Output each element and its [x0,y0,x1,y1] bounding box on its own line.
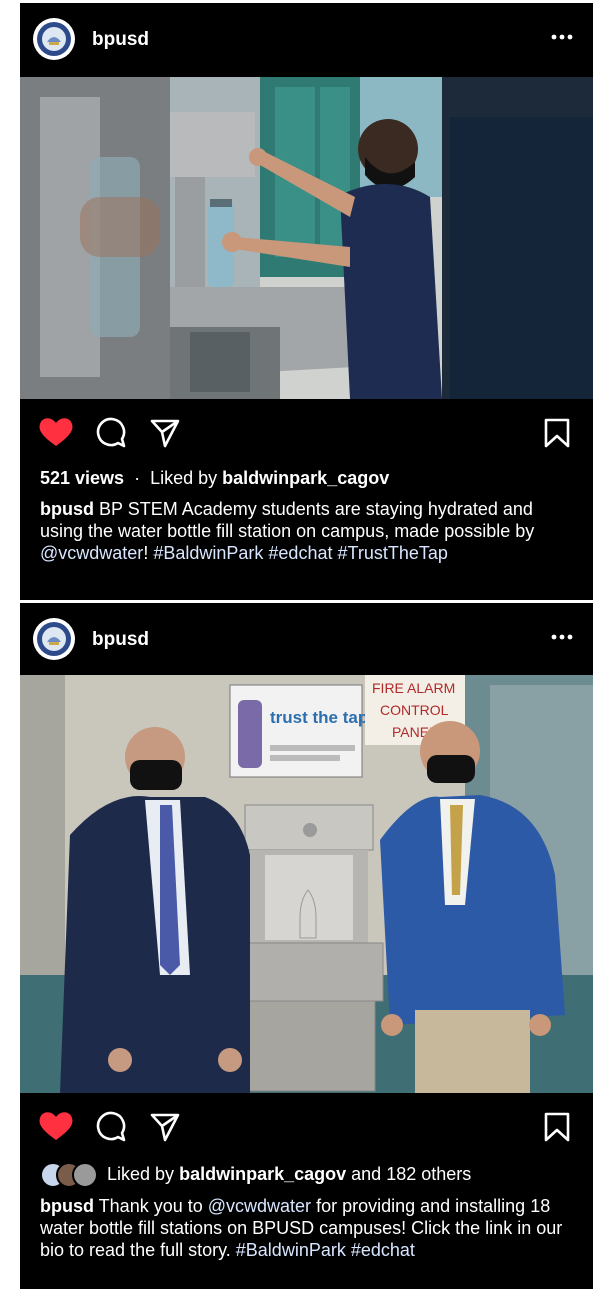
liker-avatars [40,1162,98,1188]
caption-text: BP STEM Academy students are staying hyd… [40,499,535,541]
caption-text: Thank you to [94,1196,208,1216]
hashtag-link[interactable]: #TrustTheTap [337,543,447,563]
profile-avatar[interactable] [33,18,75,60]
caption-username[interactable]: bpusd [40,499,94,519]
svg-text:CONTROL: CONTROL [380,702,449,718]
mention-link[interactable]: @vcwdwater [208,1196,311,1216]
liked-by-suffix[interactable]: and 182 others [351,1164,471,1184]
hashtag-link[interactable]: #BaldwinPark [236,1240,346,1260]
post-2: bpusd trust the tap FIRE ALARM CONTROL P… [20,603,593,1289]
bookmark-icon[interactable] [543,417,571,454]
separator-dot: · [134,468,141,488]
liker-avatar [72,1162,98,1188]
post-1: bpusd 521 views · Liked by baldwinpark_c… [20,3,593,600]
post-caption: bpusd BP STEM Academy students are stayi… [40,498,580,564]
post-actions [20,403,593,459]
liked-by-prefix: Liked by [107,1163,175,1184]
bookmark-icon[interactable] [543,1111,571,1148]
comment-icon[interactable] [95,417,127,454]
post-header: bpusd [20,603,593,675]
liked-by-prefix: Liked by [150,468,218,488]
post-header: bpusd [20,3,593,75]
more-options-icon[interactable] [549,627,575,647]
liked-by-user[interactable]: baldwinpark_cagov [222,468,389,488]
hashtag-link[interactable]: #edchat [268,543,332,563]
hashtag-link[interactable]: #edchat [351,1240,415,1260]
liked-by-user[interactable]: baldwinpark_cagov [179,1164,346,1184]
likes-summary: 521 views · Liked by baldwinpark_cagov [40,467,389,489]
post-image[interactable]: trust the tap FIRE ALARM CONTROL PANEL [20,675,593,1093]
mention-link[interactable]: @vcwdwater [40,543,143,563]
post-caption: bpusd Thank you to @vcwdwater for provid… [40,1195,580,1261]
likes-summary: Liked by baldwinpark_cagov and 182 other… [40,1162,471,1188]
share-icon[interactable] [149,1111,181,1148]
caption-text: ! [143,543,154,563]
poster-brand: trust the tap [270,708,368,727]
more-options-icon[interactable] [549,27,575,47]
caption-username[interactable]: bpusd [40,1196,94,1216]
comment-icon[interactable] [95,1111,127,1148]
heart-icon[interactable] [38,1110,74,1147]
post-actions [20,1097,593,1153]
post-username[interactable]: bpusd [92,29,149,51]
post-video[interactable] [20,77,593,399]
post-username[interactable]: bpusd [92,629,149,651]
heart-icon[interactable] [38,416,74,453]
views-count[interactable]: 521 views [40,468,124,488]
hashtag-link[interactable]: #BaldwinPark [153,543,263,563]
share-icon[interactable] [149,417,181,454]
profile-avatar[interactable] [33,618,75,660]
svg-text:FIRE ALARM: FIRE ALARM [372,680,455,696]
